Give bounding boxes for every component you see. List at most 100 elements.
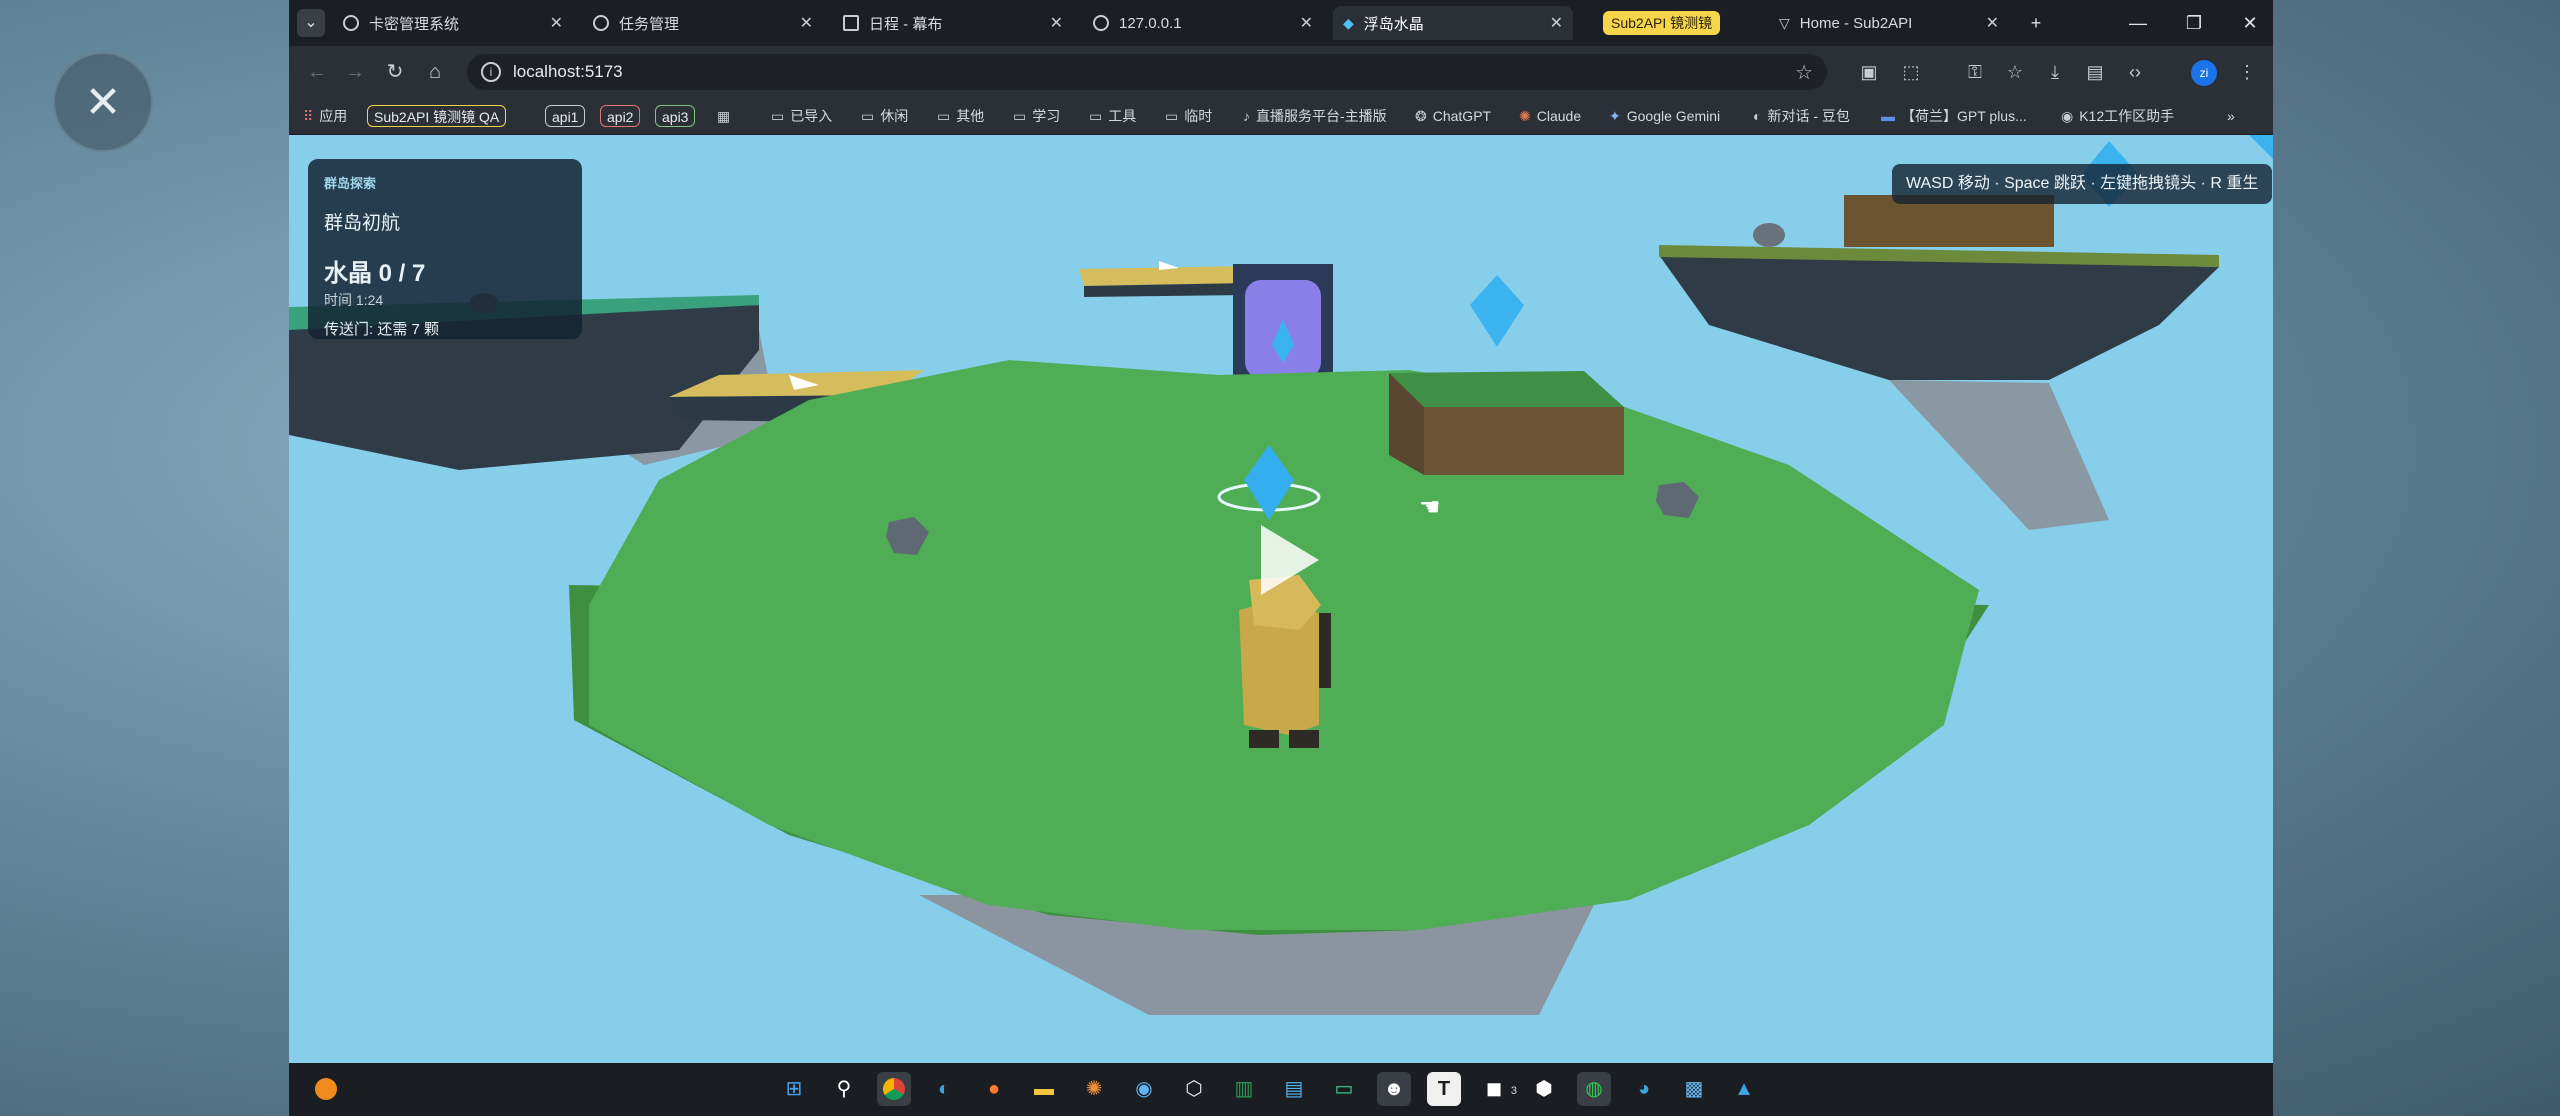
edge-icon[interactable]: ◐ xyxy=(927,1072,961,1106)
close-icon[interactable]: ✕ xyxy=(1986,13,1999,33)
file-explorer-icon[interactable]: ▬ xyxy=(1027,1072,1061,1106)
bookmark-label: K12工作区助手 xyxy=(2079,108,2175,124)
new-tab-button[interactable]: + xyxy=(2013,6,2059,40)
bookmark-doubao[interactable]: ◐ 新对话 - 豆包 xyxy=(1753,105,1850,127)
bookmark-label: 工具 xyxy=(1108,108,1137,124)
home-button[interactable]: ⌂ xyxy=(421,58,449,86)
firefox-icon[interactable]: ● xyxy=(977,1072,1011,1106)
bookmark-folder-imported[interactable]: ▭ 已导入 xyxy=(771,105,832,127)
app-icon[interactable]: ▤ xyxy=(1277,1072,1311,1106)
tab-localhost[interactable]: 127.0.0.1 ✕ xyxy=(1083,6,1323,40)
bookmark-apps[interactable]: ⠿ 应用 xyxy=(303,105,347,127)
app-icon[interactable]: ✺ xyxy=(1077,1072,1111,1106)
download-icon[interactable]: ⤓ xyxy=(2043,60,2067,84)
bookmark-chip-api1[interactable]: api1 xyxy=(545,105,586,127)
bookmarks-overflow-button[interactable]: » xyxy=(2227,105,2235,127)
claude-icon: ✺ xyxy=(1519,107,1531,124)
bookmark-gemini[interactable]: ✦ Google Gemini xyxy=(1609,105,1720,127)
app-icon[interactable]: ⬢ xyxy=(1527,1072,1561,1106)
typora-icon[interactable]: T xyxy=(1427,1072,1461,1106)
back-button[interactable]: ← xyxy=(303,58,331,86)
hand-cursor-icon: ☚ xyxy=(1419,493,1441,521)
tab-sub2api-home[interactable]: ▽ Home - Sub2API ✕ xyxy=(1769,6,2009,40)
start-button[interactable]: ⊞ xyxy=(777,1072,811,1106)
app-icon[interactable]: ◕ xyxy=(1627,1072,1661,1106)
bookmark-gpt-plus[interactable]: ▬ 【荷兰】GPT plus... xyxy=(1881,105,2027,127)
game-viewport[interactable]: ☚ 群岛探索 群岛初航 水晶 0 / 7 时间 1:24 传送门: 还需 7 颗… xyxy=(289,135,2273,1063)
app-icon[interactable]: ⬡ xyxy=(1177,1072,1211,1106)
tab-label: Home - Sub2API xyxy=(1799,14,1913,32)
bookmark-label: 学习 xyxy=(1032,108,1061,124)
site-info-icon[interactable]: i xyxy=(481,62,501,82)
chrome-icon[interactable] xyxy=(877,1072,911,1106)
bookmark-label: Claude xyxy=(1536,108,1582,124)
bookmark-star-icon[interactable]: ☆ xyxy=(1795,60,1813,85)
collections-icon[interactable]: ▤ xyxy=(2083,60,2107,84)
favorites-icon[interactable]: ☆ xyxy=(2003,60,2027,84)
bookmark-chip-api3[interactable]: api3 xyxy=(655,105,696,127)
bookmark-folder-leisure[interactable]: ▭ 休闲 xyxy=(861,105,908,127)
app-icon[interactable]: ▭ xyxy=(1327,1072,1361,1106)
bookmark-chip-api2[interactable]: api2 xyxy=(600,105,641,127)
bookmark-grid[interactable]: ▦ xyxy=(717,105,736,127)
weather-icon[interactable] xyxy=(309,1072,343,1106)
devtools-icon[interactable]: ‹› xyxy=(2123,60,2147,84)
address-bar[interactable]: i localhost:5173 ☆ xyxy=(467,54,1827,90)
app-icon[interactable]: ◼ 3 xyxy=(1477,1072,1517,1106)
password-key-icon[interactable]: ⚿ xyxy=(1963,60,1987,84)
search-icon[interactable]: ⚲ xyxy=(827,1072,861,1106)
bookmark-folder-study[interactable]: ▭ 学习 xyxy=(1013,105,1060,127)
close-icon[interactable]: ✕ xyxy=(550,13,563,33)
bookmark-claude[interactable]: ✺ Claude xyxy=(1519,105,1581,127)
bookmark-live-platform[interactable]: ♪ 直播服务平台-主播版 xyxy=(1243,105,1387,127)
bookmark-folder-temp[interactable]: ▭ 临时 xyxy=(1165,105,1212,127)
browser-window: ⌄ 卡密管理系统 ✕ 任务管理 ✕ 日程 - 幕布 ✕ 127.0.0.1 ✕ … xyxy=(289,0,2273,1116)
triangle-icon: ▽ xyxy=(1779,14,1790,31)
tab-kami[interactable]: 卡密管理系统 ✕ xyxy=(333,6,573,40)
folder-icon: ▭ xyxy=(771,107,785,124)
forward-button[interactable]: → xyxy=(341,58,369,86)
tab-floating-crystal[interactable]: ◆ 浮岛水晶 ✕ xyxy=(1333,6,1573,40)
portal-status: 传送门: 还需 7 颗 xyxy=(324,321,440,338)
tab-search-button[interactable]: ⌄ xyxy=(297,9,325,37)
close-icon[interactable]: ✕ xyxy=(1550,13,1563,33)
reload-button[interactable]: ↻ xyxy=(381,58,409,86)
bookmarks-bar: ⠿ 应用 Sub2API 镜测镜 QA api1 api2 api3 ▦ ▭ 已导入… xyxy=(289,98,2273,135)
close-icon[interactable]: ✕ xyxy=(1050,13,1063,33)
bookmark-folder-other[interactable]: ▭ 其他 xyxy=(937,105,984,127)
tab-label: 任务管理 xyxy=(619,15,680,33)
profile-avatar[interactable]: zi xyxy=(2191,60,2217,86)
overflow-label: » xyxy=(2227,108,2235,124)
wechat-icon[interactable]: ◍ xyxy=(1577,1072,1611,1106)
app-icon[interactable]: ◉ xyxy=(1127,1072,1161,1106)
app-icon[interactable]: ▥ xyxy=(1227,1072,1261,1106)
app-icon[interactable]: ▩ xyxy=(1677,1072,1711,1106)
screenshot-icon[interactable]: ▣ xyxy=(1857,60,1881,84)
player-foot xyxy=(1249,730,1279,748)
address-url[interactable]: localhost:5173 xyxy=(513,62,623,82)
tab-strip: ⌄ 卡密管理系统 ✕ 任务管理 ✕ 日程 - 幕布 ✕ 127.0.0.1 ✕ … xyxy=(289,0,2273,46)
menu-kebab-icon[interactable]: ⋮ xyxy=(2235,60,2259,84)
close-overlay-button[interactable]: ✕ xyxy=(53,52,153,152)
minimize-button[interactable]: — xyxy=(2115,6,2161,40)
maximize-button[interactable]: ❐ xyxy=(2171,6,2217,40)
timer: 时间 1:24 xyxy=(324,292,384,308)
extensions-icon[interactable]: ⬚ xyxy=(1899,60,1923,84)
controls-help: WASD 移动 · Space 跳跃 · 左键拖拽镜头 · R 重生 xyxy=(1892,164,2273,204)
tab-group-label[interactable]: Sub2API 镜测镜 xyxy=(1603,11,1721,35)
game-scene[interactable]: ☚ xyxy=(289,135,2273,1063)
tab-schedule[interactable]: 日程 - 幕布 ✕ xyxy=(833,6,1073,40)
tab-tasks[interactable]: 任务管理 ✕ xyxy=(583,6,823,40)
close-icon[interactable]: ✕ xyxy=(1300,13,1313,33)
app-icon[interactable]: ▲ xyxy=(1727,1072,1761,1106)
bookmark-label: ChatGPT xyxy=(1432,108,1492,124)
qq-icon[interactable]: ☻ xyxy=(1377,1072,1411,1106)
bookmark-chatgpt[interactable]: ❂ ChatGPT xyxy=(1415,105,1491,127)
bookmark-folder-tools[interactable]: ▭ 工具 xyxy=(1089,105,1136,127)
bookmark-k12[interactable]: ◉ K12工作区助手 xyxy=(2061,105,2174,127)
bookmark-chip-qa[interactable]: Sub2API 镜测镜 QA xyxy=(367,105,507,127)
flag-icon: ▬ xyxy=(1881,108,1895,124)
close-window-button[interactable]: ✕ xyxy=(2227,6,2273,40)
close-icon[interactable]: ✕ xyxy=(800,13,813,33)
tiktok-icon: ♪ xyxy=(1243,108,1250,124)
